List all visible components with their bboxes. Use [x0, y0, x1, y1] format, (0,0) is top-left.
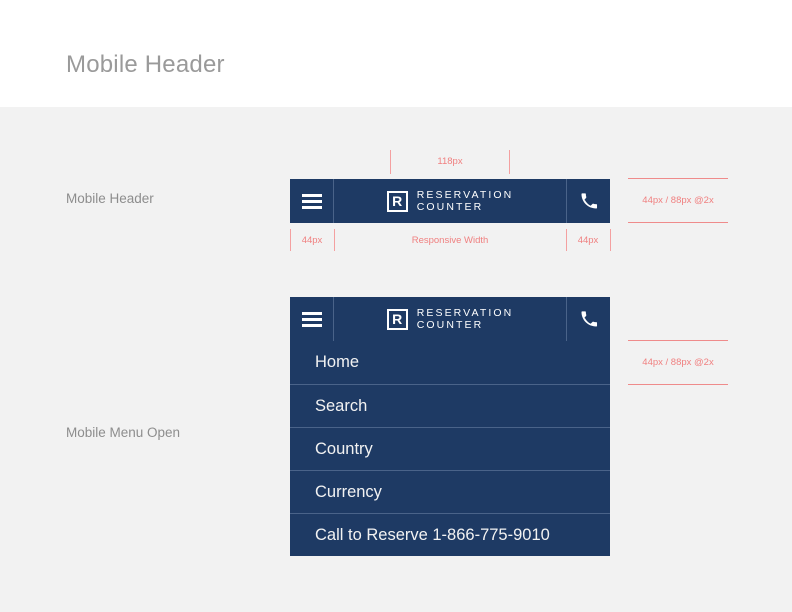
- annotation-height-line-top-2: [628, 340, 728, 341]
- section-caption-mobile-header: Mobile Header: [66, 191, 154, 206]
- annotation-tick-logo-left: [390, 150, 391, 174]
- logo-line-2: COUNTER: [416, 319, 484, 331]
- logo-r-mark: R: [386, 308, 408, 330]
- logo-wordmark: RESERVATION COUNTER: [417, 189, 514, 213]
- menu-item-home[interactable]: Home: [290, 341, 610, 384]
- annotation-phone-width: 44px: [577, 235, 599, 246]
- logo-area-open[interactable]: R RESERVATION COUNTER: [334, 297, 566, 341]
- phone-handset-icon: [581, 311, 597, 327]
- annotation-tick-bar-right: [610, 229, 611, 251]
- hamburger-menu-icon: [301, 311, 322, 327]
- annotation-height-line-top-1: [628, 178, 728, 179]
- annotation-bar-height-2: 44px / 88px @2x: [642, 357, 714, 368]
- reservation-counter-logo: R RESERVATION COUNTER: [386, 307, 514, 331]
- mobile-menu-panel: Home Search Country Currency Call to Res…: [290, 341, 610, 556]
- annotation-bar-height-1: 44px / 88px @2x: [642, 195, 714, 206]
- annotation-height-line-bottom-1: [628, 222, 728, 223]
- section-caption-mobile-menu-open: Mobile Menu Open: [66, 425, 181, 440]
- logo-line-2: COUNTER: [416, 201, 484, 213]
- menu-item-currency[interactable]: Currency: [290, 470, 610, 513]
- hamburger-menu-button[interactable]: [290, 179, 334, 223]
- phone-call-button-open[interactable]: [566, 297, 610, 341]
- phone-call-button[interactable]: [566, 179, 610, 223]
- logo-wordmark: RESERVATION COUNTER: [417, 307, 514, 331]
- annotation-tick-hamburger-right: [334, 229, 335, 251]
- reservation-counter-logo: R RESERVATION COUNTER: [386, 189, 514, 213]
- hamburger-menu-button-open[interactable]: [290, 297, 334, 341]
- mobile-header-bar: R RESERVATION COUNTER: [290, 179, 610, 223]
- logo-line-1: RESERVATION: [416, 189, 514, 201]
- annotation-tick-bar-left: [290, 229, 291, 251]
- annotation-responsive-width: Responsive Width: [411, 235, 489, 246]
- logo-line-1: RESERVATION: [416, 307, 514, 319]
- logo-area[interactable]: R RESERVATION COUNTER: [334, 179, 566, 223]
- mobile-header-bar-open: R RESERVATION COUNTER: [290, 297, 610, 341]
- annotation-tick-phone-left: [566, 229, 567, 251]
- menu-item-country[interactable]: Country: [290, 427, 610, 470]
- annotation-hamburger-width: 44px: [301, 235, 323, 246]
- hamburger-menu-icon: [301, 193, 322, 209]
- menu-item-call-to-reserve[interactable]: Call to Reserve 1-866-775-9010: [290, 513, 610, 556]
- logo-r-mark: R: [386, 190, 408, 212]
- page-title: Mobile Header: [66, 51, 225, 78]
- menu-item-search[interactable]: Search: [290, 384, 610, 427]
- annotation-tick-logo-right: [509, 150, 510, 174]
- annotation-logo-width: 118px: [437, 156, 463, 167]
- phone-handset-icon: [581, 193, 597, 209]
- annotation-height-line-bottom-2: [628, 384, 728, 385]
